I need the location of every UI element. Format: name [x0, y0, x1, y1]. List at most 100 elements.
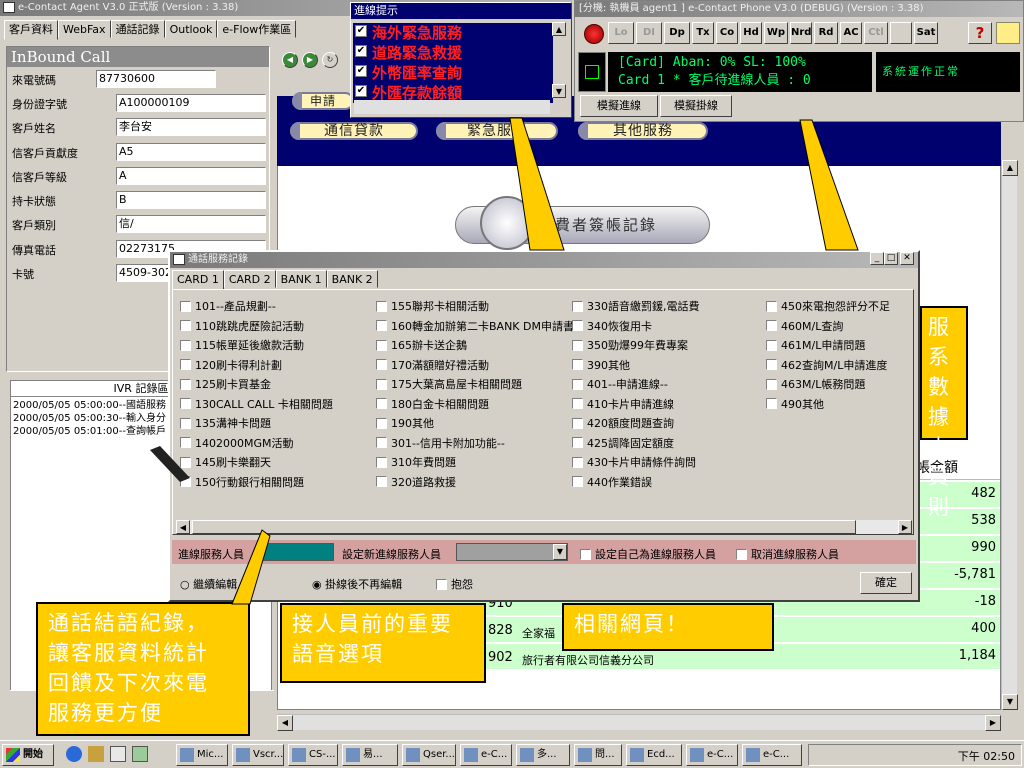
- service-checkbox[interactable]: [766, 378, 777, 390]
- service-checkbox[interactable]: [376, 398, 387, 409]
- dialog-scroll-thumb[interactable]: [192, 520, 856, 534]
- taskbar-item[interactable]: Vscr...: [232, 744, 284, 766]
- scroll-right-icon[interactable]: ▶: [985, 715, 1001, 731]
- service-checkbox[interactable]: [180, 398, 191, 409]
- tab-webfax[interactable]: WebFax: [58, 20, 111, 38]
- service-checkbox[interactable]: [572, 437, 583, 448]
- service-checkbox[interactable]: [180, 417, 191, 429]
- loan-button[interactable]: 通信貸款: [290, 122, 418, 140]
- service-option[interactable]: 390其他: [572, 357, 630, 373]
- cancel-serve-checkbox[interactable]: [736, 548, 747, 560]
- service-checkbox[interactable]: [766, 300, 777, 312]
- service-option[interactable]: 463M/L帳務問題: [766, 376, 865, 392]
- phone-button-rd[interactable]: Rd: [814, 22, 838, 44]
- field-value[interactable]: A100000109: [116, 94, 266, 112]
- phone-button-lo[interactable]: Lo: [608, 22, 634, 44]
- service-option[interactable]: 190其他: [376, 415, 434, 431]
- service-option[interactable]: 430卡片申請條件詢問: [572, 454, 696, 470]
- service-option[interactable]: 310年費問題: [376, 454, 456, 470]
- service-checkbox[interactable]: [180, 456, 191, 468]
- quicklaunch-icon[interactable]: [132, 746, 148, 762]
- service-option[interactable]: 115帳單延後繳款活動: [180, 337, 304, 353]
- field-value[interactable]: 87730600: [96, 70, 216, 88]
- dialog-scroll-right-icon[interactable]: ▶: [898, 520, 912, 534]
- popup-checkbox[interactable]: ✔: [355, 85, 367, 97]
- service-checkbox[interactable]: [572, 476, 583, 487]
- taskbar-item[interactable]: CS-...: [288, 744, 338, 766]
- service-checkbox[interactable]: [376, 476, 387, 487]
- service-option[interactable]: 320道路救援: [376, 474, 456, 490]
- phone-button-nrd[interactable]: Nrd: [790, 22, 812, 44]
- refresh-icon[interactable]: ↻: [322, 52, 338, 68]
- service-option[interactable]: 401--申請進線--: [572, 376, 668, 392]
- maximize-icon[interactable]: □: [884, 252, 898, 265]
- service-checkbox[interactable]: [376, 417, 387, 429]
- service-option[interactable]: 450來電抱怨評分不足: [766, 298, 890, 314]
- service-checkbox[interactable]: [180, 437, 191, 448]
- tab-card1[interactable]: CARD 1: [172, 270, 224, 290]
- other-service-button[interactable]: 其他服務: [578, 122, 708, 140]
- service-option[interactable]: 440作業錯誤: [572, 474, 652, 490]
- emergency-button[interactable]: 緊急服務: [436, 122, 558, 140]
- minimize-icon[interactable]: _: [870, 252, 884, 265]
- service-checkbox[interactable]: [572, 378, 583, 390]
- taskbar-item[interactable]: Mic...: [176, 744, 228, 766]
- close-icon[interactable]: ✕: [900, 252, 914, 265]
- phone-button-di[interactable]: DI: [636, 22, 662, 44]
- service-checkbox[interactable]: [376, 339, 387, 351]
- tab-card2[interactable]: CARD 2: [223, 270, 276, 288]
- phone-button-sat[interactable]: Sat: [914, 22, 938, 44]
- popup-scroll-up-icon[interactable]: ▲: [552, 22, 566, 36]
- scroll-down-icon[interactable]: ▼: [1002, 694, 1018, 710]
- taskbar-item[interactable]: e-C...: [742, 744, 802, 766]
- service-option[interactable]: 130CALL CALL 卡相關問題: [180, 396, 333, 412]
- service-option[interactable]: 425調降固定額度: [572, 435, 674, 451]
- service-checkbox[interactable]: [376, 300, 387, 312]
- service-checkbox[interactable]: [376, 320, 387, 331]
- tab-bank1[interactable]: BANK 1: [275, 270, 327, 288]
- dialog-scroll-left-icon[interactable]: ◀: [176, 520, 190, 534]
- tab-call-log[interactable]: 通話記錄: [110, 20, 165, 38]
- service-checkbox[interactable]: [766, 398, 777, 409]
- dialog-hscroll[interactable]: ◀ ▶: [176, 520, 912, 534]
- popup-checkbox[interactable]: ✔: [355, 25, 367, 37]
- service-option[interactable]: 155聯邦卡相關活動: [376, 298, 489, 314]
- service-option[interactable]: 330語音繳罰鍰,電話費: [572, 298, 700, 314]
- service-checkbox[interactable]: [572, 456, 583, 468]
- taskbar-item[interactable]: e-C...: [686, 744, 738, 766]
- service-checkbox[interactable]: [572, 300, 583, 312]
- service-option[interactable]: 301--信用卡附加功能--: [376, 435, 505, 451]
- phone-button-ac[interactable]: AC: [840, 22, 862, 44]
- taskbar-item[interactable]: 易...: [342, 744, 398, 766]
- desktop-icon[interactable]: [110, 746, 126, 762]
- taskbar-item[interactable]: 問...: [574, 744, 622, 766]
- service-option[interactable]: 462查詢M/L申請進度: [766, 357, 887, 373]
- phone-button-dp[interactable]: Dp: [664, 22, 690, 44]
- service-checkbox[interactable]: [180, 378, 191, 390]
- service-option[interactable]: 1402000MGM活動: [180, 435, 294, 451]
- notes-icon[interactable]: [996, 22, 1020, 44]
- field-value[interactable]: 信/: [116, 215, 266, 233]
- service-option[interactable]: 340恢復用卡: [572, 318, 652, 334]
- help-button[interactable]: ?: [968, 22, 992, 44]
- explorer-icon[interactable]: [88, 746, 104, 762]
- service-option[interactable]: 461M/L申請問題: [766, 337, 865, 353]
- popup-hscroll[interactable]: [354, 100, 550, 114]
- cancel-serve-option[interactable]: 取消進線服務人員: [736, 546, 839, 562]
- popup-scroll-down-icon[interactable]: ▼: [552, 84, 566, 98]
- tab-customer[interactable]: 客戶資料: [4, 20, 58, 40]
- service-checkbox[interactable]: [180, 476, 191, 487]
- popup-checkbox[interactable]: ✔: [355, 45, 367, 57]
- service-checkbox[interactable]: [766, 320, 777, 331]
- serve-select[interactable]: ▼: [456, 543, 568, 561]
- set-self-checkbox[interactable]: [580, 548, 591, 560]
- service-checkbox[interactable]: [376, 456, 387, 468]
- service-option[interactable]: 120刷卡得利計劃: [180, 357, 282, 373]
- menu-apply-button[interactable]: 申請: [292, 92, 354, 110]
- taskbar-item[interactable]: e-C...: [460, 744, 512, 766]
- simulate-out-button[interactable]: 模擬掛線: [660, 95, 732, 117]
- phone-button-hd[interactable]: Hd: [740, 22, 762, 44]
- service-checkbox[interactable]: [572, 398, 583, 409]
- complaint-checkbox[interactable]: [436, 578, 447, 590]
- back-icon[interactable]: ◀: [282, 52, 298, 68]
